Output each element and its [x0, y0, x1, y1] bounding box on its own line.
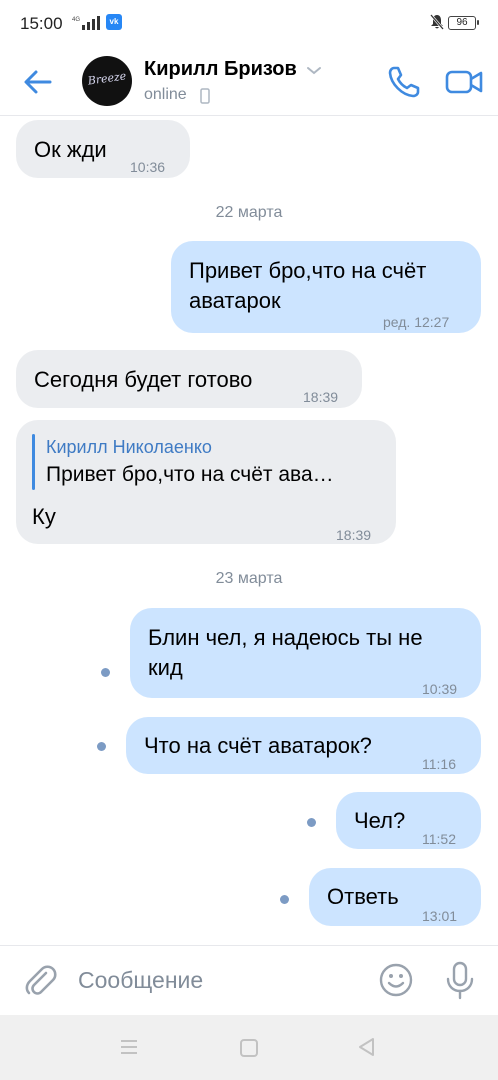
- message-outgoing[interactable]: Что на счёт аватарок? 11:16: [126, 717, 481, 774]
- message-outgoing[interactable]: Ответь 13:01: [309, 868, 481, 926]
- message-text: Чел?: [354, 808, 406, 833]
- reply-quote-bar: [32, 434, 35, 490]
- network-label: 4G: [72, 17, 80, 23]
- battery-indicator: 96: [448, 16, 479, 30]
- message-time: 10:36: [130, 159, 166, 175]
- message-input[interactable]: [78, 962, 358, 998]
- message-outgoing[interactable]: Чел? 11:52: [336, 792, 481, 849]
- signal-icon: 4G: [72, 16, 100, 30]
- smile-icon[interactable]: [378, 962, 414, 998]
- contact-name[interactable]: Кирилл Бризов: [144, 58, 297, 81]
- message-list[interactable]: Ок жди 10:36 22 марта Привет бро,что на …: [0, 117, 498, 945]
- message-text-line-2: аватарок: [189, 288, 281, 313]
- contact-status: online: [144, 86, 187, 103]
- message-outgoing[interactable]: Блин чел, я надеюсь ты не кид 10:39: [130, 608, 481, 698]
- message-text: Ку: [32, 504, 56, 529]
- message-time: 18:39: [303, 389, 339, 405]
- message-incoming[interactable]: Ок жди 10:36: [16, 120, 190, 178]
- date-separator: 23 марта: [215, 570, 283, 587]
- microphone-icon[interactable]: [442, 960, 478, 1000]
- avatar-logo-text: Breeze: [86, 69, 128, 88]
- status-time: 15:00: [20, 14, 63, 33]
- phone-icon[interactable]: [386, 64, 422, 100]
- mobile-device-icon: [200, 88, 210, 104]
- message-time: 10:39: [422, 681, 458, 697]
- message-text: Ок жди: [34, 137, 107, 162]
- recent-apps-icon[interactable]: [118, 1037, 140, 1057]
- vk-notification-icon: vk: [106, 14, 122, 30]
- back-arrow-icon[interactable]: [18, 62, 58, 102]
- nav-back-icon[interactable]: [356, 1036, 378, 1058]
- message-time: 18:39: [336, 527, 372, 543]
- message-composer: [0, 945, 498, 1015]
- avatar[interactable]: Breeze: [82, 56, 132, 106]
- message-text: Что на счёт аватарок?: [144, 733, 372, 758]
- date-separator: 22 марта: [215, 204, 283, 221]
- video-camera-icon[interactable]: [444, 64, 484, 100]
- chat-header: Breeze Кирилл Бризов online: [0, 48, 498, 116]
- message-text: Сегодня будет готово: [34, 367, 253, 392]
- mute-icon: [430, 14, 444, 30]
- message-incoming-reply[interactable]: Кирилл Николаенко Привет бро,что на счёт…: [16, 420, 396, 544]
- unread-indicator: [280, 895, 289, 904]
- message-time-edited: ред. 12:27: [383, 314, 450, 330]
- message-incoming[interactable]: Сегодня будет готово 18:39: [16, 350, 362, 408]
- home-icon[interactable]: [238, 1037, 260, 1059]
- message-time: 11:52: [422, 831, 456, 847]
- system-navigation-bar: [0, 1015, 498, 1080]
- message-text: Ответь: [327, 884, 399, 909]
- unread-indicator: [101, 668, 110, 677]
- message-text-line-2: кид: [148, 655, 183, 680]
- unread-indicator: [97, 742, 106, 751]
- paperclip-icon[interactable]: [22, 962, 58, 998]
- unread-indicator: [307, 818, 316, 827]
- reply-author[interactable]: Кирилл Николаенко: [46, 432, 212, 462]
- message-time: 11:16: [422, 756, 456, 772]
- message-text-line-1: Блин чел, я надеюсь ты не: [148, 625, 423, 650]
- message-text-line-1: Привет бро,что на счёт: [189, 258, 427, 283]
- message-outgoing[interactable]: Привет бро,что на счёт аватарок ред. 12:…: [171, 241, 481, 333]
- chevron-down-icon[interactable]: [306, 66, 322, 76]
- message-time: 13:01: [422, 908, 458, 924]
- reply-preview-text[interactable]: Привет бро,что на счёт ава…: [46, 460, 334, 490]
- status-bar: 15:00 4G vk 96: [0, 0, 498, 48]
